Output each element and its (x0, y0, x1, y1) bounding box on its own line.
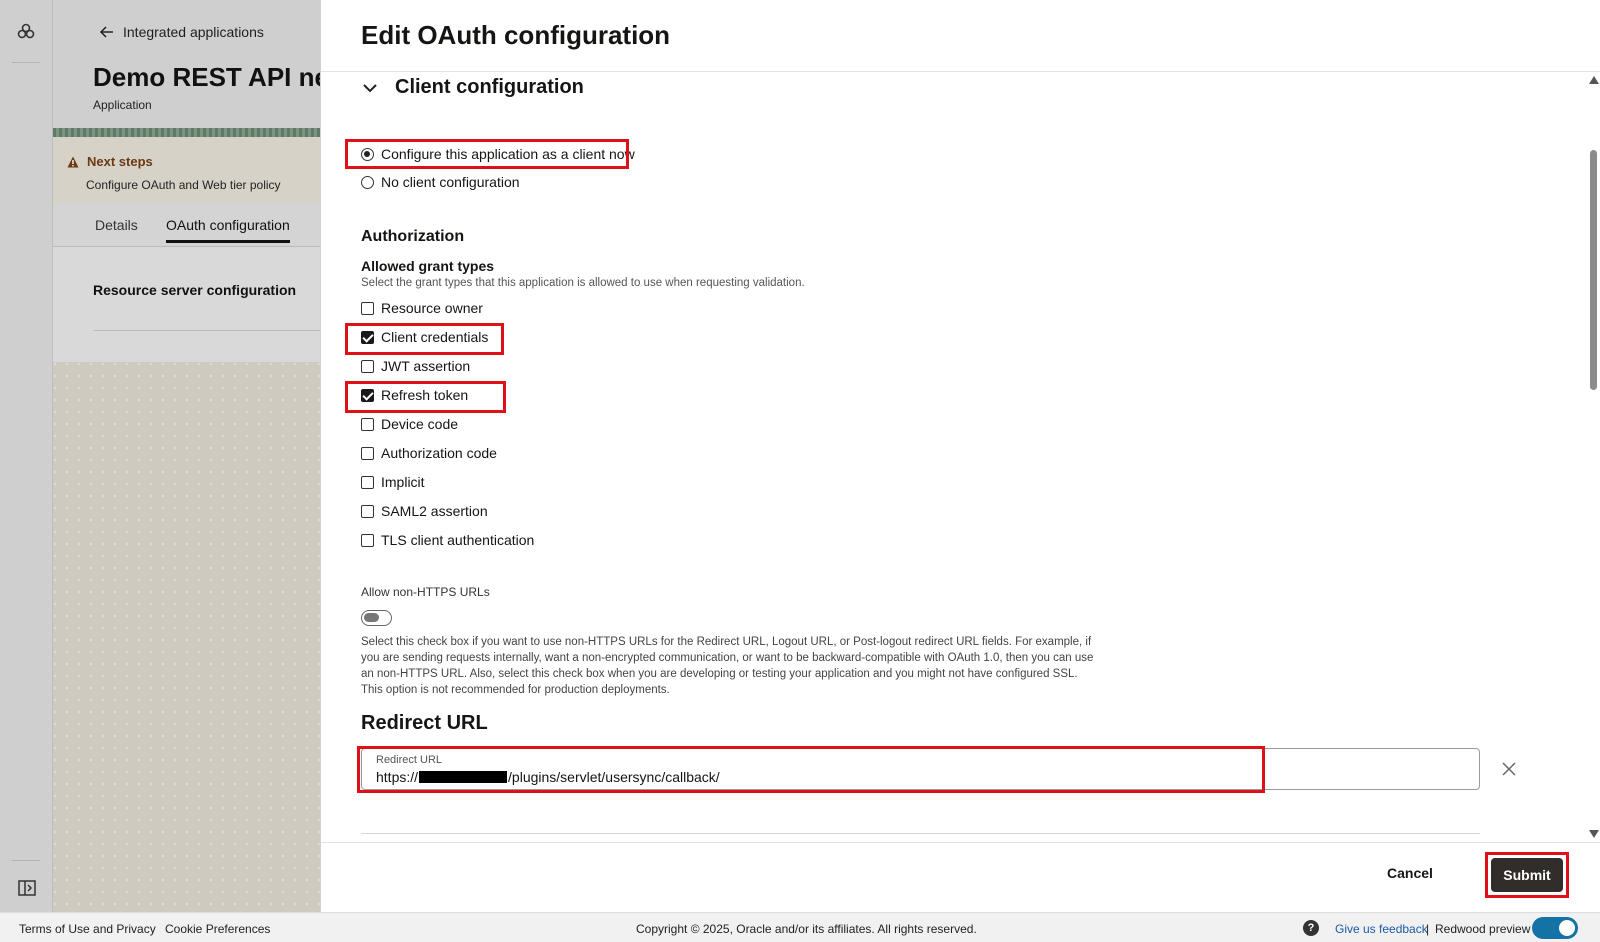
allow-non-https-help: Select this check box if you want to use… (361, 636, 1094, 696)
rail-divider (12, 860, 40, 861)
oracle-logo-icon[interactable] (16, 22, 36, 42)
section-divider (361, 833, 1480, 834)
page-footer: Terms of Use and Privacy Cookie Preferen… (0, 912, 1600, 942)
arrow-left-icon (99, 26, 113, 38)
scroll-down-icon[interactable] (1589, 830, 1599, 838)
checkbox-tls-client-auth[interactable]: TLS client authentication (361, 532, 534, 548)
checkbox-label: SAML2 assertion (381, 503, 488, 519)
back-link-label: Integrated applications (123, 24, 264, 40)
panel-toggle-icon[interactable] (18, 880, 36, 896)
redwood-preview-toggle[interactable] (1532, 917, 1578, 939)
radio-button[interactable] (361, 175, 374, 189)
resource-server-section-label[interactable]: Resource server configuration (93, 282, 296, 298)
next-steps-text: Configure OAuth and Web tier policy (86, 178, 281, 192)
back-link[interactable]: Integrated applications (99, 24, 264, 40)
checkbox-label: Implicit (381, 474, 425, 490)
checkbox-jwt-assertion[interactable]: JWT assertion (361, 358, 470, 374)
allow-non-https-label: Allow non-HTTPS URLs (361, 585, 490, 599)
grant-types-help: Select the grant types that this applica… (361, 277, 805, 289)
redirect-url-heading: Redirect URL (361, 712, 488, 734)
nav-rail (0, 0, 53, 912)
checkbox[interactable] (361, 475, 374, 489)
app-subtitle: Application (93, 98, 152, 112)
checkbox-authorization-code[interactable]: Authorization code (361, 445, 497, 461)
checkbox-saml2-assertion[interactable]: SAML2 assertion (361, 503, 488, 519)
checkbox-label: JWT assertion (381, 358, 471, 374)
grant-types-heading: Allowed grant types (361, 258, 495, 274)
highlight-box (345, 381, 506, 413)
checkbox[interactable] (361, 359, 374, 373)
checkbox[interactable] (361, 504, 374, 518)
drawer-scrollbar[interactable] (1586, 72, 1600, 842)
scrollbar-thumb[interactable] (1590, 150, 1597, 390)
checkbox-label: Authorization code (381, 445, 497, 461)
drawer-scroll-area[interactable]: Client configuration Configure this appl… (321, 72, 1586, 842)
section-divider (93, 330, 333, 331)
cookie-preferences-link[interactable]: Cookie Preferences (165, 922, 270, 936)
client-configuration-header[interactable]: Client configuration (361, 76, 584, 99)
chevron-down-icon (363, 83, 377, 92)
checkbox-resource-owner[interactable]: Resource owner (361, 300, 483, 316)
next-steps-title: Next steps (87, 154, 153, 169)
close-icon[interactable] (1502, 762, 1516, 776)
scroll-up-icon[interactable] (1589, 76, 1599, 84)
help-circle-icon[interactable]: ? (1303, 920, 1319, 936)
rail-divider (12, 62, 40, 63)
checkbox[interactable] (361, 301, 374, 315)
footer-separator: | (1426, 922, 1430, 936)
tab-oauth-configuration[interactable]: OAuth configuration (166, 217, 290, 243)
checkbox-label: TLS client authentication (381, 532, 535, 548)
section-title: Client configuration (395, 76, 584, 98)
highlight-box (345, 323, 504, 355)
redwood-preview-label: Redwood preview (1435, 922, 1531, 936)
checkbox-device-code[interactable]: Device code (361, 416, 458, 432)
radio-no-client[interactable]: No client configuration (361, 174, 520, 190)
authorization-heading: Authorization (361, 228, 465, 245)
tab-details[interactable]: Details (95, 217, 138, 233)
drawer-title: Edit OAuth configuration (361, 20, 671, 50)
checkbox[interactable] (361, 446, 374, 460)
checkbox-implicit[interactable]: Implicit (361, 474, 425, 490)
copyright-text: Copyright © 2025, Oracle and/or its affi… (636, 922, 977, 936)
edit-oauth-drawer: Edit OAuth configuration Client configur… (320, 0, 1600, 912)
highlight-box (345, 139, 629, 169)
radio-label: No client configuration (381, 174, 520, 190)
checkbox-label: Device code (381, 416, 459, 432)
terms-link[interactable]: Terms of Use and Privacy (19, 922, 156, 936)
app-title: Demo REST API ne (93, 62, 329, 92)
warning-triangle-icon (67, 156, 79, 167)
highlight-box (1485, 852, 1569, 898)
checkbox-label: Resource owner (381, 300, 483, 316)
allow-non-https-toggle[interactable] (361, 610, 392, 626)
highlight-box (357, 746, 1265, 793)
checkbox[interactable] (361, 533, 374, 547)
checkbox[interactable] (361, 417, 374, 431)
feedback-link[interactable]: Give us feedback (1335, 922, 1428, 936)
drawer-footer: Cancel Submit (321, 842, 1600, 912)
cancel-button[interactable]: Cancel (1387, 865, 1433, 881)
